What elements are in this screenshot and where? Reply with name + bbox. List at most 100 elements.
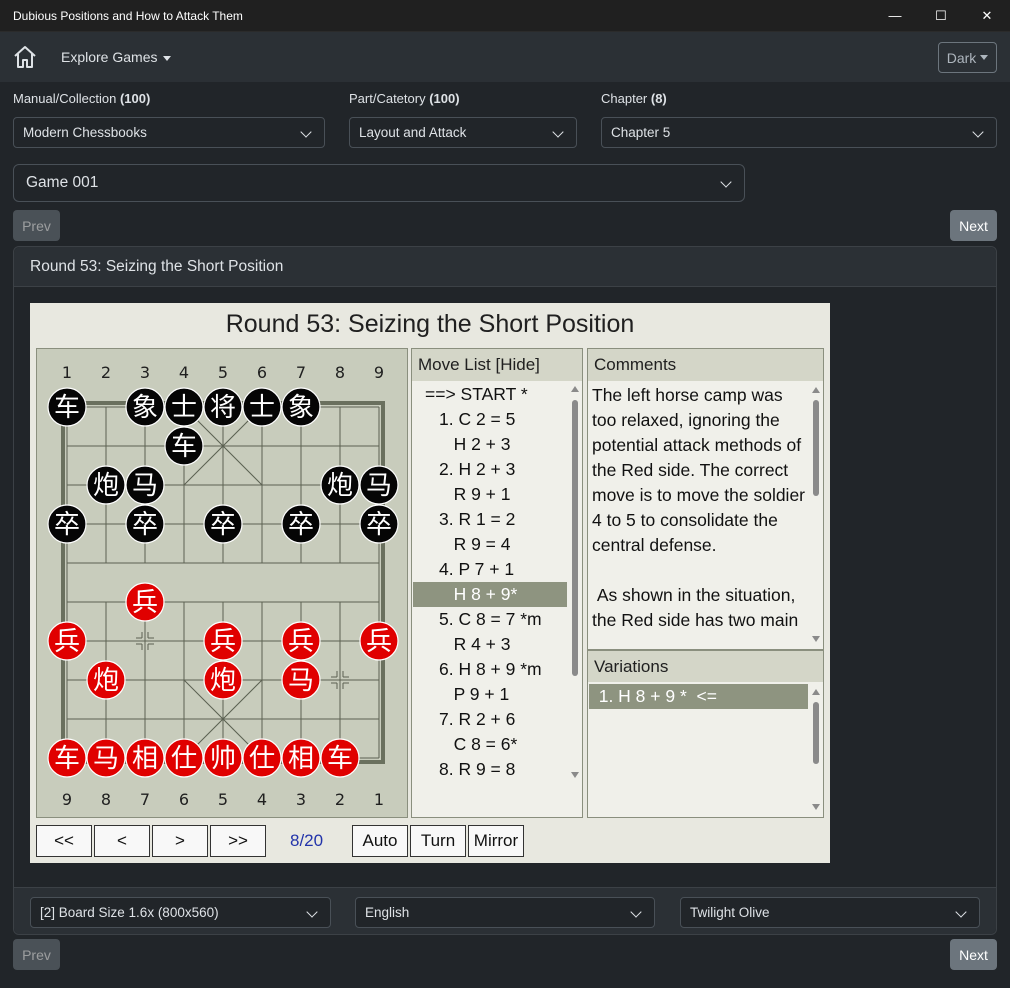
file-label-bottom: 7 (140, 790, 150, 809)
variations-scrollbar[interactable] (809, 684, 823, 817)
home-icon[interactable] (12, 44, 38, 70)
close-button[interactable]: ✕ (964, 0, 1010, 32)
caret-down-icon (163, 55, 172, 61)
explore-games-dropdown[interactable]: Explore Games (61, 49, 172, 65)
black-piece[interactable]: 马 (359, 465, 399, 505)
next-move-button[interactable]: > (152, 825, 208, 857)
prev-button-bottom[interactable]: Prev (13, 939, 60, 970)
red-piece[interactable]: 仕 (242, 738, 282, 778)
move-item[interactable]: R 9 + 1 (413, 482, 567, 507)
black-piece[interactable]: 卒 (359, 504, 399, 544)
black-piece[interactable]: 将 (203, 387, 243, 427)
move-item[interactable]: H 2 + 3 (413, 432, 567, 457)
move-item[interactable]: R 4 + 3 (413, 632, 567, 657)
black-piece[interactable]: 马 (125, 465, 165, 505)
black-piece[interactable]: 卒 (281, 504, 321, 544)
card-header: Round 53: Seizing the Short Position (14, 247, 996, 287)
manual-select[interactable]: Modern Chessbooks (13, 117, 325, 148)
file-label-bottom: 9 (62, 790, 72, 809)
scroll-down-icon[interactable] (812, 804, 820, 810)
red-piece[interactable]: 炮 (86, 660, 126, 700)
move-item[interactable]: 2. H 2 + 3 (413, 457, 567, 482)
red-piece[interactable]: 仕 (164, 738, 204, 778)
move-item[interactable]: 8. R 9 = 8 (413, 757, 567, 782)
variation-item[interactable]: 1. H 8 + 9 * <= (589, 684, 808, 709)
black-piece[interactable]: 车 (164, 426, 204, 466)
last-move-button[interactable]: >> (210, 825, 266, 857)
move-item[interactable]: P 9 + 1 (413, 682, 567, 707)
red-piece[interactable]: 相 (281, 738, 321, 778)
scroll-thumb[interactable] (813, 400, 819, 496)
theme-dropdown-button[interactable]: Dark (938, 42, 997, 73)
red-piece[interactable]: 相 (125, 738, 165, 778)
piece-label: 马 (93, 744, 119, 774)
xiangqi-board[interactable]: 123456789987654321车象士将士象车炮马炮马卒卒卒卒卒兵兵兵兵兵炮… (36, 348, 408, 818)
board-size-select[interactable]: [2] Board Size 1.6x (800x560) (30, 897, 331, 928)
red-piece[interactable]: 车 (47, 738, 87, 778)
move-item[interactable]: 7. R 2 + 6 (413, 707, 567, 732)
red-piece[interactable]: 车 (320, 738, 360, 778)
black-piece[interactable]: 车 (47, 387, 87, 427)
scroll-up-icon[interactable] (571, 386, 579, 392)
black-piece[interactable]: 象 (125, 387, 165, 427)
red-piece[interactable]: 马 (281, 660, 321, 700)
maximize-button[interactable]: ☐ (918, 0, 964, 32)
red-piece[interactable]: 兵 (125, 582, 165, 622)
red-piece[interactable]: 兵 (47, 621, 87, 661)
black-piece[interactable]: 士 (242, 387, 282, 427)
scroll-up-icon[interactable] (812, 387, 820, 393)
auto-play-button[interactable]: Auto (352, 825, 408, 857)
piece-label: 马 (288, 666, 314, 696)
prev-button-top[interactable]: Prev (13, 210, 60, 241)
explore-games-label: Explore Games (61, 49, 158, 65)
black-piece[interactable]: 卒 (125, 504, 165, 544)
move-item[interactable]: 1. C 2 = 5 (413, 407, 567, 432)
next-button-top[interactable]: Next (950, 210, 997, 241)
chapter-select[interactable]: Chapter 5 (601, 117, 997, 148)
move-item[interactable]: C 8 = 6* (413, 732, 567, 757)
move-item[interactable]: 5. C 8 = 7 *m (413, 607, 567, 632)
move-item[interactable]: 3. R 1 = 2 (413, 507, 567, 532)
piece-label: 士 (171, 393, 197, 423)
red-piece[interactable]: 兵 (203, 621, 243, 661)
language-select[interactable]: English (355, 897, 655, 928)
piece-label: 卒 (288, 510, 314, 540)
first-move-button[interactable]: << (36, 825, 92, 857)
next-button-bottom[interactable]: Next (950, 939, 997, 970)
move-list-scrollbar[interactable] (568, 382, 582, 784)
black-piece[interactable]: 炮 (320, 465, 360, 505)
red-piece[interactable]: 马 (86, 738, 126, 778)
minimize-button[interactable]: — (872, 0, 918, 32)
window-title: Dubious Positions and How to Attack Them (13, 8, 243, 23)
scroll-down-icon[interactable] (812, 636, 820, 642)
game-select[interactable]: Game 001 (13, 164, 745, 202)
black-piece[interactable]: 象 (281, 387, 321, 427)
red-piece[interactable]: 帅 (203, 738, 243, 778)
black-piece[interactable]: 卒 (203, 504, 243, 544)
part-select[interactable]: Layout and Attack (349, 117, 577, 148)
scroll-thumb[interactable] (572, 400, 578, 676)
red-piece[interactable]: 兵 (281, 621, 321, 661)
scroll-thumb[interactable] (813, 702, 819, 764)
mirror-board-button[interactable]: Mirror (468, 825, 524, 857)
move-item[interactable]: H 8 + 9* (413, 582, 567, 607)
move-list-header[interactable]: Move List [Hide] (412, 349, 582, 381)
scroll-up-icon[interactable] (812, 689, 820, 695)
black-piece[interactable]: 士 (164, 387, 204, 427)
red-piece[interactable]: 炮 (203, 660, 243, 700)
move-item[interactable]: R 9 = 4 (413, 532, 567, 557)
scroll-down-icon[interactable] (571, 772, 579, 778)
red-piece[interactable]: 兵 (359, 621, 399, 661)
piece-label: 象 (132, 393, 158, 423)
black-piece[interactable]: 炮 (86, 465, 126, 505)
comments-scrollbar[interactable] (809, 382, 823, 649)
move-item[interactable]: 6. H 8 + 9 *m (413, 657, 567, 682)
black-piece[interactable]: 卒 (47, 504, 87, 544)
board-grid[interactable]: 1 2 3 4 5 6 7 8 99 8 7 6 5 4 3 2 1车象士将士象车炮马炮马卒卒卒卒卒兵兵兵兵兵炮… (37, 349, 407, 817)
color-theme-select[interactable]: Twilight Olive (680, 897, 980, 928)
part-count: (100) (429, 91, 460, 106)
turn-board-button[interactable]: Turn (410, 825, 466, 857)
move-start[interactable]: ==> START * (413, 382, 567, 407)
move-item[interactable]: 4. P 7 + 1 (413, 557, 567, 582)
prev-move-button[interactable]: < (94, 825, 150, 857)
